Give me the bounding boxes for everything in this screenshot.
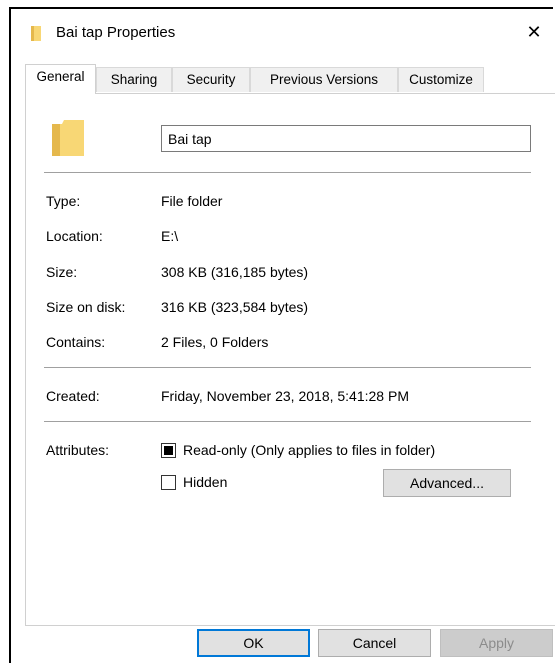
tab-previous-versions[interactable]: Previous Versions: [250, 67, 398, 92]
close-icon: ✕: [526, 22, 542, 42]
window-title: Bai tap Properties: [56, 24, 176, 41]
tab-sharing[interactable]: Sharing: [96, 67, 172, 92]
size-on-disk-label: Size on disk:: [46, 299, 126, 315]
location-value: E:\: [161, 228, 179, 244]
location-label: Location:: [46, 228, 103, 244]
properties-dialog: Bai tap Properties ✕ General Sharing Sec…: [9, 7, 555, 663]
folder-name-input[interactable]: [161, 125, 531, 152]
created-value: Friday, November 23, 2018, 5:41:28 PM: [161, 388, 409, 404]
general-panel: Type: File folder Location: E:\ Size: 30…: [25, 93, 555, 626]
size-on-disk-value: 316 KB (323,584 bytes): [161, 299, 309, 315]
created-label: Created:: [46, 388, 100, 404]
advanced-button[interactable]: Advanced...: [383, 469, 511, 497]
tab-general[interactable]: General: [25, 64, 96, 94]
size-label: Size:: [46, 264, 78, 280]
folder-icon: [31, 26, 41, 41]
divider: [44, 367, 531, 368]
tab-customize[interactable]: Customize: [398, 67, 484, 92]
folder-icon: [52, 120, 84, 156]
read-only-label[interactable]: Read-only (Only applies to files in fold…: [183, 442, 435, 458]
type-label: Type:: [46, 193, 81, 209]
divider: [44, 421, 531, 422]
contains-value: 2 Files, 0 Folders: [161, 334, 269, 350]
cancel-button[interactable]: Cancel: [318, 629, 431, 657]
title-bar[interactable]: Bai tap Properties ✕: [11, 9, 553, 55]
read-only-checkbox[interactable]: [161, 443, 176, 458]
type-value: File folder: [161, 193, 223, 209]
tab-security[interactable]: Security: [172, 67, 250, 92]
close-button[interactable]: ✕: [519, 17, 549, 47]
divider: [44, 172, 531, 173]
hidden-label[interactable]: Hidden: [183, 474, 227, 490]
ok-button[interactable]: OK: [197, 629, 310, 657]
apply-button: Apply: [440, 629, 553, 657]
hidden-checkbox[interactable]: [161, 475, 176, 490]
contains-label: Contains:: [46, 334, 106, 350]
size-value: 308 KB (316,185 bytes): [161, 264, 309, 280]
attributes-label: Attributes:: [46, 442, 110, 458]
